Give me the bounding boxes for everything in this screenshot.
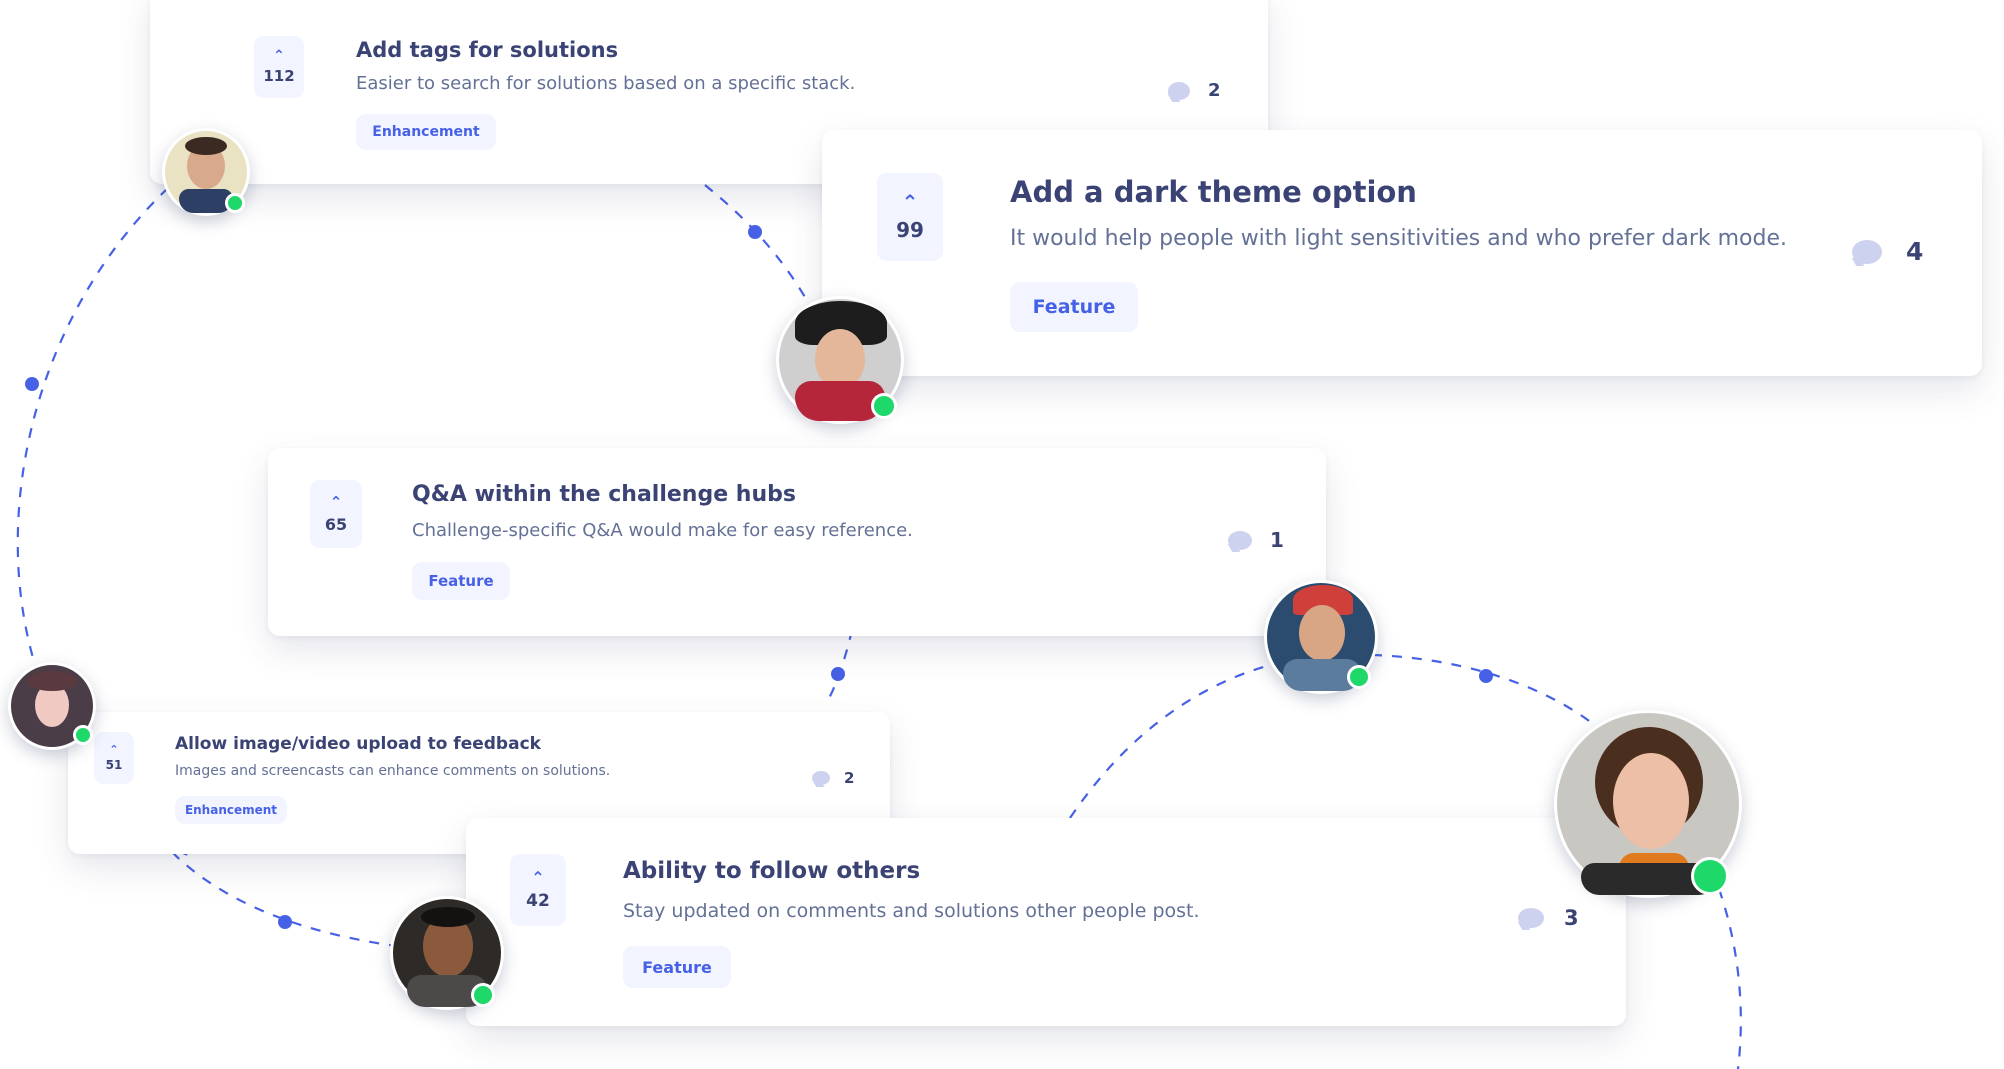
avatar-hair xyxy=(27,671,77,691)
connector-path-bottom-right xyxy=(1710,869,1742,1069)
comment-count[interactable]: 4 xyxy=(1852,237,1923,266)
avatar-hair xyxy=(185,137,227,155)
upvote-button[interactable]: ⌃ 112 xyxy=(254,36,304,98)
connector-dot xyxy=(278,915,292,929)
category-tag[interactable]: Feature xyxy=(623,946,731,988)
connector-dot xyxy=(831,667,845,681)
category-tag[interactable]: Enhancement xyxy=(175,796,287,824)
comment-number: 3 xyxy=(1564,906,1579,930)
comment-number: 4 xyxy=(1906,237,1924,266)
feedback-title[interactable]: Allow image/video upload to feedback xyxy=(175,734,541,754)
feedback-description: Stay updated on comments and solutions o… xyxy=(623,900,1200,922)
feedback-title[interactable]: Ability to follow others xyxy=(623,858,920,884)
connector-dot xyxy=(25,377,39,391)
online-status-icon xyxy=(871,393,897,419)
category-tag[interactable]: Enhancement xyxy=(356,114,496,150)
comment-count[interactable]: 3 xyxy=(1518,906,1579,930)
category-tag[interactable]: Feature xyxy=(1010,282,1138,332)
upvote-button[interactable]: ⌃ 99 xyxy=(877,173,943,261)
comment-count[interactable]: 2 xyxy=(1168,80,1221,101)
upvote-button[interactable]: ⌃ 65 xyxy=(310,480,362,548)
chevron-up-icon: ⌃ xyxy=(901,190,919,214)
chevron-up-icon: ⌃ xyxy=(109,743,119,756)
comment-bubble-icon xyxy=(812,771,830,785)
online-status-icon xyxy=(225,193,245,213)
comment-bubble-icon xyxy=(1852,239,1882,264)
vote-count: 42 xyxy=(526,890,550,911)
comment-number: 1 xyxy=(1270,528,1284,552)
category-tag[interactable]: Feature xyxy=(412,562,510,600)
upvote-button[interactable]: ⌃ 51 xyxy=(94,732,134,784)
avatar[interactable] xyxy=(1554,710,1742,898)
avatar-face xyxy=(1613,753,1689,849)
connector-dot xyxy=(1479,669,1493,683)
comment-bubble-icon xyxy=(1518,908,1544,928)
feedback-card[interactable]: ⌃ 99 Add a dark theme option It would he… xyxy=(822,130,1982,376)
online-status-icon xyxy=(1691,857,1729,895)
chevron-up-icon: ⌃ xyxy=(531,867,545,887)
comment-bubble-icon xyxy=(1168,81,1190,100)
vote-count: 65 xyxy=(324,514,348,534)
feedback-description: Images and screencasts can enhance comme… xyxy=(175,763,611,779)
vote-count: 99 xyxy=(896,218,924,242)
comment-bubble-icon xyxy=(1228,530,1252,550)
comment-number: 2 xyxy=(844,769,855,787)
avatar-face xyxy=(1299,605,1345,661)
feedback-card[interactable]: ⌃ 65 Q&A within the challenge hubs Chall… xyxy=(268,448,1326,636)
comment-number: 2 xyxy=(1208,80,1221,101)
avatar[interactable] xyxy=(390,896,504,1010)
upvote-button[interactable]: ⌃ 42 xyxy=(510,854,566,926)
online-status-icon xyxy=(471,983,495,1007)
avatar[interactable] xyxy=(776,296,904,424)
chevron-up-icon: ⌃ xyxy=(273,48,285,64)
vote-count: 112 xyxy=(263,67,295,85)
online-status-icon xyxy=(73,725,93,745)
avatar[interactable] xyxy=(8,662,96,750)
online-status-icon xyxy=(1347,665,1371,689)
connector-path-lower-left xyxy=(171,851,413,950)
connector-dot xyxy=(748,225,762,239)
comment-count[interactable]: 2 xyxy=(812,769,854,787)
avatar-face xyxy=(815,329,865,389)
feedback-title[interactable]: Add tags for solutions xyxy=(356,38,618,62)
feedback-description: Easier to search for solutions based on … xyxy=(356,73,856,94)
avatar[interactable] xyxy=(162,128,250,216)
avatar[interactable] xyxy=(1264,580,1378,694)
feedback-title[interactable]: Q&A within the challenge hubs xyxy=(412,482,796,507)
feedback-description: Challenge-specific Q&A would make for ea… xyxy=(412,520,913,541)
feedback-description: It would help people with light sensitiv… xyxy=(1010,226,1787,251)
feedback-title[interactable]: Add a dark theme option xyxy=(1010,175,1417,209)
chevron-up-icon: ⌃ xyxy=(329,492,343,511)
comment-count[interactable]: 1 xyxy=(1228,528,1284,552)
vote-count: 51 xyxy=(105,758,123,772)
avatar-hair xyxy=(421,907,475,927)
feedback-card[interactable]: ⌃ 42 Ability to follow others Stay updat… xyxy=(466,818,1626,1026)
